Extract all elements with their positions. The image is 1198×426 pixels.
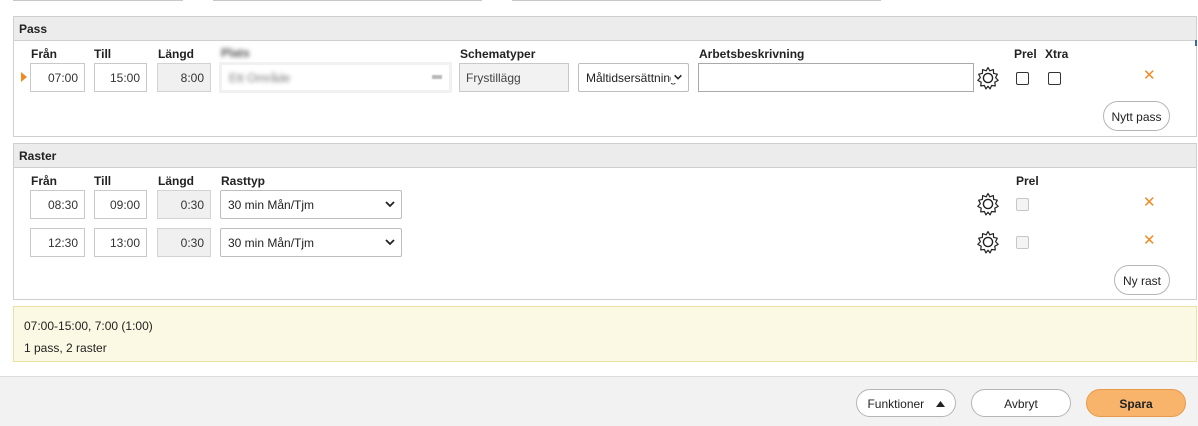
breaks-header-prel: Prel [1016, 174, 1039, 188]
break-from-input[interactable]: 08:30 [30, 190, 85, 219]
breaks-header-from: Från [31, 174, 58, 188]
break-type-select-value: 30 min Mån/Tjm [228, 198, 315, 212]
gear-icon[interactable] [976, 192, 1000, 216]
functions-button-label: Funktioner [867, 397, 925, 411]
pass-prel-checkbox[interactable] [1016, 72, 1029, 85]
pass-from-input[interactable]: 07:00 [30, 63, 85, 92]
chevron-down-icon [385, 239, 395, 246]
pass-header-prel: Prel [1014, 47, 1037, 61]
breaks-header-type: Rasttyp [221, 174, 266, 188]
new-break-button[interactable]: Ny rast [1114, 265, 1170, 295]
breaks-panel: Raster [13, 143, 1197, 300]
break-remove-button[interactable]: ✕ [1143, 195, 1156, 210]
break-length-field: 0:30 [157, 190, 211, 219]
pass-header-work-description: Arbetsbeskrivning [699, 47, 805, 61]
pass-header-blurred: Plats [221, 46, 250, 60]
summary-count-line: 1 pass, 2 raster [24, 341, 107, 355]
cancel-button[interactable]: Avbryt [971, 389, 1071, 417]
break-length-field: 0:30 [157, 228, 211, 257]
pass-header-from: Från [31, 47, 58, 61]
pass-xtra-checkbox[interactable] [1048, 72, 1061, 85]
pass-header-schema-types: Schematyper [460, 47, 536, 61]
break-prel-checkbox [1016, 236, 1029, 249]
breaks-panel-title: Raster [14, 144, 1196, 168]
pass-header-length: Längd [158, 47, 194, 61]
break-to-input[interactable]: 13:00 [94, 228, 147, 257]
pass-header-to: Till [94, 47, 112, 61]
pass-panel-title: Pass [14, 17, 1196, 41]
pass-work-description-input[interactable] [698, 63, 974, 92]
pass-schema-type-field: Frystillägg [459, 63, 569, 92]
new-pass-button[interactable]: Nytt pass [1103, 101, 1170, 131]
breaks-header-to: Till [94, 174, 112, 188]
summary-box: 07:00-15:00, 7:00 (1:00) 1 pass, 2 raste… [13, 306, 1197, 362]
break-type-select[interactable]: 30 min Mån/Tjm [220, 190, 402, 219]
break-from-input[interactable]: 12:30 [30, 228, 85, 257]
footer-bar: Funktioner Avbryt Spara [0, 376, 1198, 426]
save-button[interactable]: Spara [1086, 389, 1186, 417]
pass-location-value: Ett Område [229, 71, 291, 85]
top-field-edge [512, 0, 881, 1]
break-remove-button[interactable]: ✕ [1143, 233, 1156, 248]
chevron-down-icon [385, 201, 395, 208]
pass-allowance-select-value: Måltidsersättning [586, 71, 677, 85]
functions-button[interactable]: Funktioner [856, 389, 956, 417]
pass-location-input[interactable]: Ett Område [219, 62, 452, 93]
pass-length-field: 8:00 [157, 63, 211, 92]
chevron-down-icon [671, 71, 683, 83]
gear-icon[interactable] [976, 230, 1000, 254]
caret-up-icon [935, 401, 945, 407]
top-field-edge [13, 0, 183, 1]
gear-icon[interactable] [976, 66, 1000, 90]
pass-to-input[interactable]: 15:00 [94, 63, 147, 92]
scroll-indicator [1195, 40, 1197, 46]
breaks-header-length: Längd [158, 174, 194, 188]
pass-location-marker [432, 75, 442, 79]
break-prel-checkbox [1016, 198, 1029, 211]
summary-time-line: 07:00-15:00, 7:00 (1:00) [24, 319, 153, 333]
break-type-select-value: 30 min Mån/Tjm [228, 236, 315, 250]
top-field-edge [213, 0, 482, 1]
pass-header-xtra: Xtra [1045, 47, 1069, 61]
pass-remove-button[interactable]: ✕ [1143, 68, 1156, 83]
break-to-input[interactable]: 09:00 [94, 190, 147, 219]
pass-allowance-select[interactable]: Måltidsersättning [578, 63, 689, 92]
break-type-select[interactable]: 30 min Mån/Tjm [220, 228, 402, 257]
caret-right-icon [21, 72, 27, 82]
